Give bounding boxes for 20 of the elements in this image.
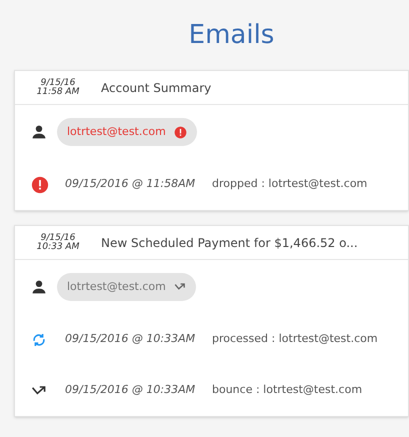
sync-icon: [31, 332, 47, 348]
event-description: bounce : lotrtest@test.com: [212, 382, 362, 398]
error-icon: [174, 126, 187, 138]
event-description: processed : lotrtest@test.com: [212, 331, 378, 348]
recipient-chip: lotrtest@test.com: [57, 118, 197, 146]
email-time: 10:33 AM: [36, 242, 80, 252]
event-timestamp: 09/15/2016 @ 11:58AM: [65, 176, 196, 192]
email-subject: Account Summary: [101, 80, 212, 96]
page-title: Emails: [188, 18, 274, 52]
email-subject: New Scheduled Payment for $1,466.52 o...: [101, 234, 358, 252]
email-date: 9/15/16: [40, 234, 76, 242]
person-icon: [31, 279, 47, 295]
event-description: dropped : lotrtest@test.com: [212, 176, 368, 192]
event-timestamp: 09/15/2016 @ 10:33AM: [65, 331, 196, 348]
email-date: 9/15/16: [40, 78, 76, 88]
error-icon: [31, 176, 49, 194]
event-timestamp: 09/15/2016 @ 10:33AM: [65, 382, 196, 398]
recipient-chip: lotrtest@test.com: [57, 273, 196, 301]
person-icon: [31, 124, 47, 140]
email-time: 11:58 AM: [36, 88, 80, 96]
